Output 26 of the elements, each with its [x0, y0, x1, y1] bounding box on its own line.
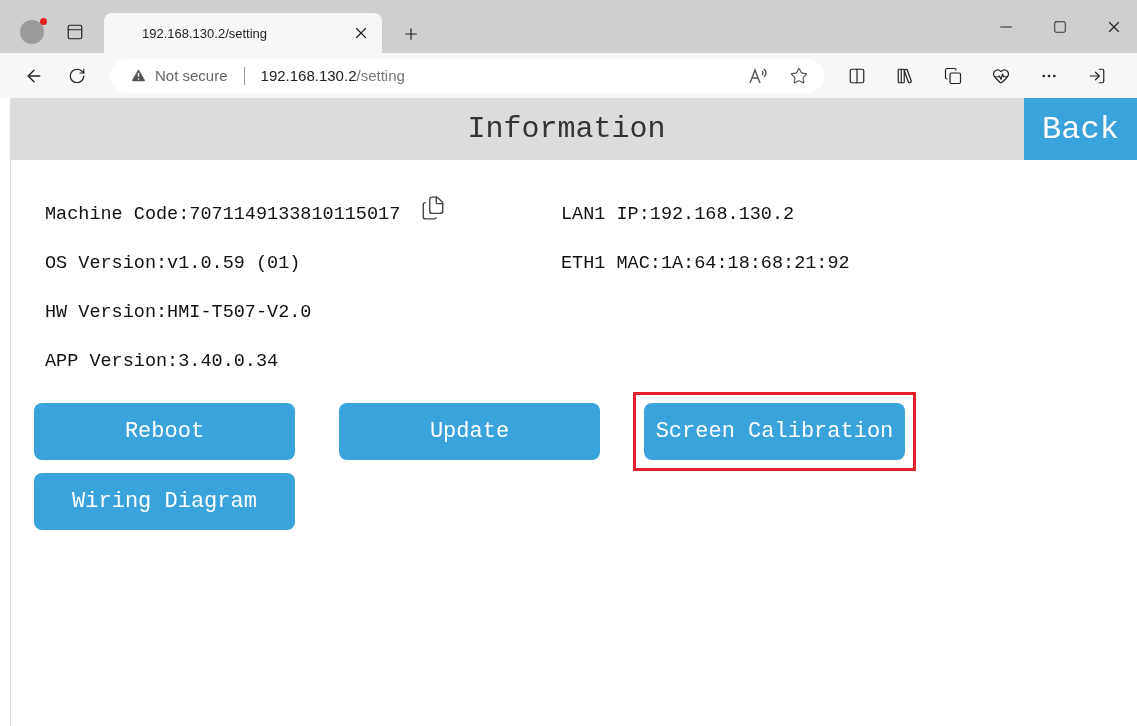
browser-tab[interactable]: 192.168.130.2/setting	[104, 13, 382, 53]
back-button[interactable]: Back	[1024, 98, 1137, 160]
read-aloud-icon[interactable]	[748, 66, 768, 85]
info-text: ETH1 MAC:1A:64:18:68:21:92	[561, 253, 850, 274]
warning-icon	[130, 67, 147, 84]
health-heart-icon[interactable]	[992, 66, 1010, 85]
info-text: OS Version:v1.0.59 (01)	[45, 253, 301, 274]
maximize-icon[interactable]	[1053, 19, 1067, 34]
new-tab-icon[interactable]	[402, 25, 420, 43]
favorite-star-icon[interactable]	[790, 66, 808, 85]
collections-icon[interactable]	[944, 66, 962, 85]
address-bar[interactable]: Not secure 192.168.130.2/setting	[110, 58, 824, 93]
tab-panel-icon[interactable]	[66, 23, 84, 41]
info-text: APP Version:3.40.0.34	[45, 351, 279, 372]
action-button[interactable]: Update	[339, 403, 600, 460]
page-title: Information	[466, 112, 667, 146]
split-screen-icon[interactable]	[848, 66, 866, 85]
info-text: Machine Code:7071149133810115017	[45, 204, 401, 225]
info-text: LAN1 IP:192.168.130.2	[561, 204, 795, 225]
sidebar-icon[interactable]	[1088, 66, 1106, 85]
action-button[interactable]: Reboot	[34, 403, 295, 460]
info-text: HW Version:HMI-T507-V2.0	[45, 302, 312, 323]
action-button[interactable]: Screen Calibration	[644, 403, 905, 460]
action-button[interactable]: Wiring Diagram	[34, 473, 295, 530]
reload-icon[interactable]	[68, 66, 86, 85]
profile-avatar[interactable]	[20, 20, 44, 44]
